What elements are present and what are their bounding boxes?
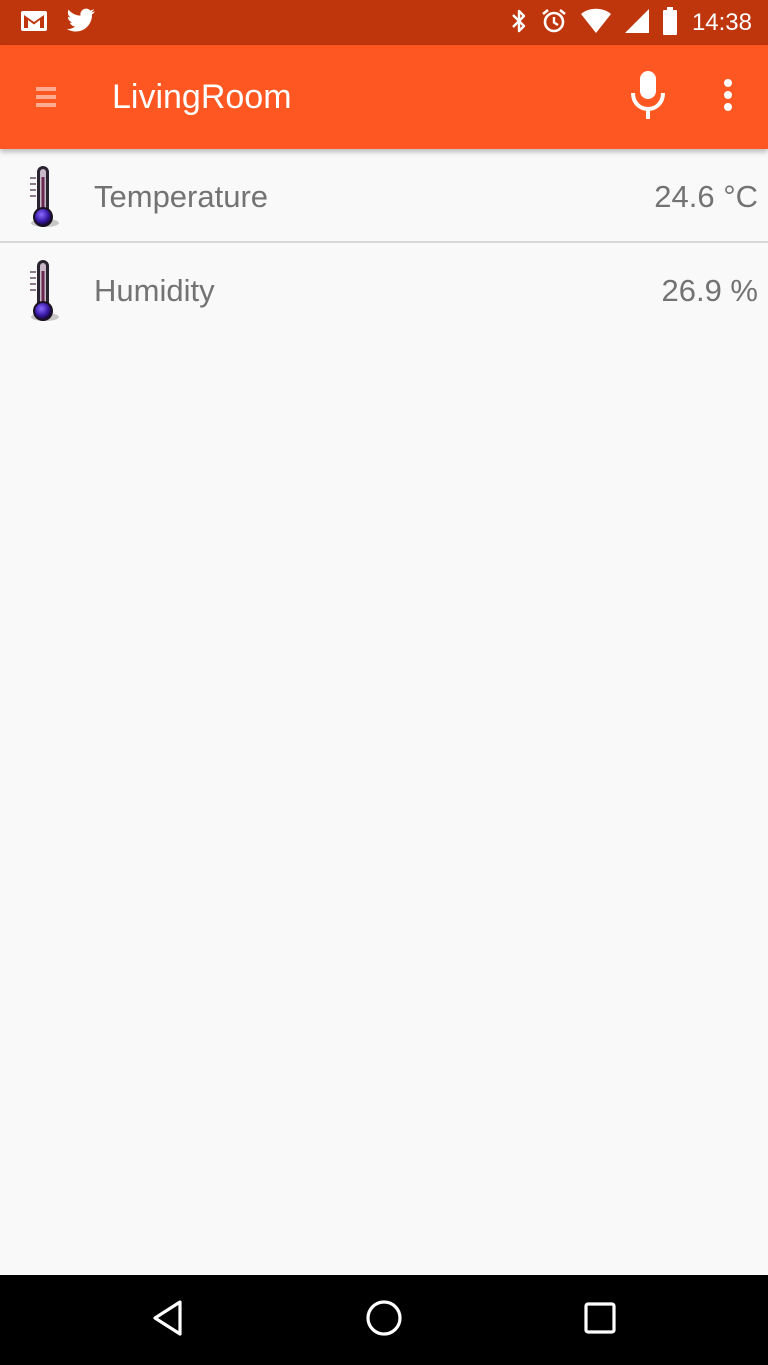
sensor-value: 24.6 °C — [654, 179, 758, 214]
thermometer-icon — [22, 163, 66, 231]
sensor-label: Humidity — [94, 273, 215, 308]
home-icon — [364, 1298, 404, 1342]
page-title: LivingRoom — [112, 78, 292, 116]
recents-icon — [582, 1300, 618, 1340]
back-icon — [150, 1298, 186, 1342]
list-item-humidity[interactable]: Humidity 26.9 % — [0, 243, 768, 337]
sensor-list: Temperature 24.6 °C Humidity 26.9 % — [0, 149, 768, 1275]
bluetooth-icon — [510, 8, 528, 38]
app-bar: LivingRoom — [0, 45, 768, 149]
system-icons: 14:38 — [510, 6, 752, 40]
thermometer-icon — [22, 257, 66, 325]
twitter-icon — [66, 8, 96, 38]
back-button[interactable] — [138, 1293, 198, 1347]
list-item-temperature[interactable]: Temperature 24.6 °C — [0, 149, 768, 243]
cell-signal-icon — [624, 8, 650, 38]
overflow-menu-icon — [722, 77, 734, 117]
menu-button[interactable] — [22, 75, 70, 119]
recents-button[interactable] — [570, 1293, 630, 1347]
battery-icon — [662, 7, 678, 39]
wifi-icon — [580, 8, 612, 38]
status-bar: 14:38 — [0, 0, 768, 45]
alarm-icon — [540, 7, 568, 39]
voice-command-button[interactable] — [622, 69, 674, 125]
sensor-value: 26.9 % — [661, 273, 758, 308]
menu-icon — [22, 87, 70, 123]
overflow-menu-button[interactable] — [708, 71, 748, 123]
home-button[interactable] — [354, 1293, 414, 1347]
microphone-icon — [628, 69, 668, 125]
navigation-bar — [0, 1275, 768, 1365]
sensor-label: Temperature — [94, 179, 269, 214]
gmail-icon — [20, 10, 48, 36]
clock: 14:38 — [691, 9, 752, 36]
notification-icons — [20, 8, 96, 38]
